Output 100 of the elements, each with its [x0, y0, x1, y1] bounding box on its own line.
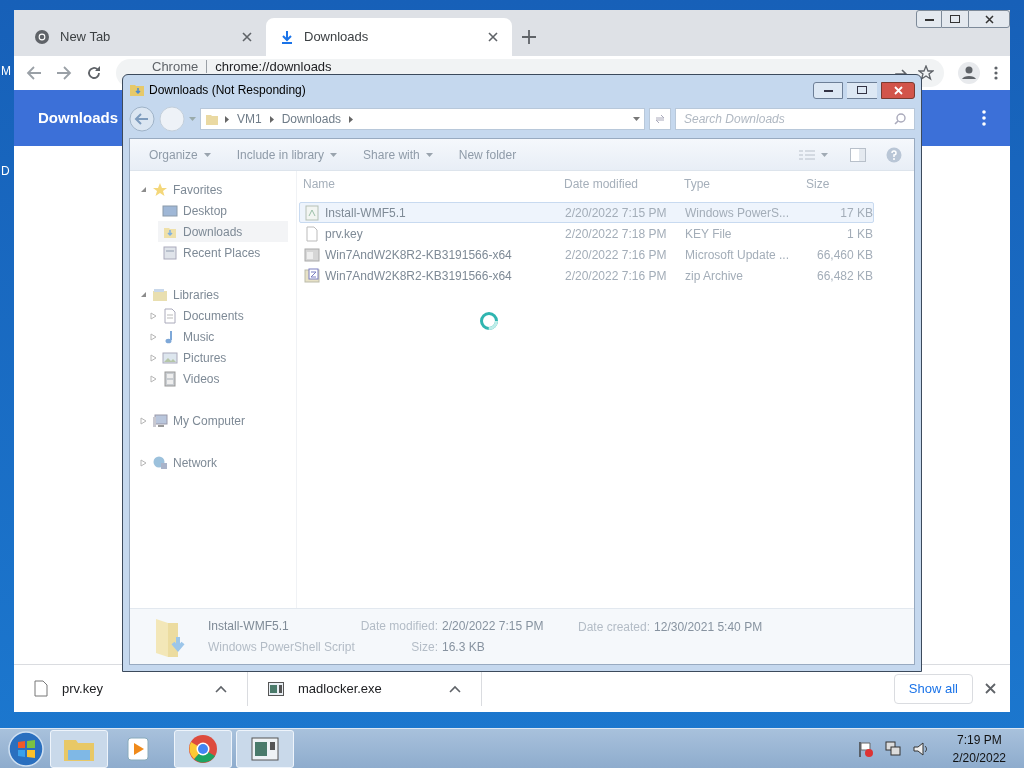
clock-date[interactable]: 2/20/2022: [952, 748, 1006, 767]
detail-value: 2/20/2022 7:15 PM: [442, 618, 544, 635]
file-row[interactable]: Win7AndW2K8R2-KB3191566-x64 2/20/2022 7:16 PM zip Archive 66,482 KB: [299, 265, 874, 286]
nav-label: Downloads: [183, 223, 243, 241]
nav-item[interactable]: Recent Places: [158, 242, 267, 263]
refresh-icon: [654, 113, 666, 125]
speaker-icon[interactable]: [912, 740, 929, 757]
file-name: Win7AndW2K8R2-KB3191566-x64: [325, 267, 512, 285]
flag-icon[interactable]: [856, 740, 873, 757]
nav-item[interactable]: My Computer: [148, 410, 252, 431]
installer-file-icon: [304, 246, 320, 263]
maximize-button[interactable]: [942, 10, 968, 28]
toolbar-button[interactable]: Include in library: [223, 142, 351, 167]
restore-icon: [857, 86, 867, 94]
expanded-triangle-icon[interactable]: [140, 186, 147, 193]
file-name: Install-WMF5.1: [325, 204, 406, 222]
search-field[interactable]: Search Downloads: [675, 108, 915, 130]
nav-label: Music: [183, 328, 215, 346]
film-strip-icon: [162, 370, 178, 387]
close-icon[interactable]: [242, 32, 252, 42]
column-header[interactable]: Name: [303, 175, 564, 193]
date-modified-cell-text: 2/20/2022 7:16 PM: [565, 267, 668, 285]
reload-icon[interactable]: [86, 65, 102, 81]
restore-icon: [950, 15, 960, 23]
caret-up-icon[interactable]: [449, 684, 461, 693]
new-tab-icon[interactable]: [522, 30, 536, 44]
nav-label: Videos: [183, 370, 220, 388]
nav-item[interactable]: Desktop: [158, 200, 234, 221]
app-window-icon: [268, 681, 284, 696]
nav-label: My Computer: [173, 412, 246, 430]
taskbar-button[interactable]: [174, 729, 232, 768]
close-icon[interactable]: [985, 683, 996, 694]
close-icon[interactable]: [488, 32, 498, 42]
back-icon[interactable]: [26, 65, 42, 81]
chevron-right-icon[interactable]: [349, 115, 354, 123]
nav-label: Documents: [183, 307, 244, 325]
nav-item[interactable]: Favorites: [148, 179, 229, 200]
breadcrumb-item[interactable]: Downloads: [279, 110, 344, 128]
show-all-button[interactable]: Show all: [893, 673, 973, 704]
date-modified-cell-text: 2/20/2022 7:15 PM: [565, 204, 668, 222]
minimize-button[interactable]: [813, 81, 843, 99]
caret-up-icon[interactable]: [215, 684, 227, 693]
profile-icon[interactable]: [958, 62, 980, 84]
busy-spinner-icon: [479, 311, 499, 331]
close-icon: [984, 14, 994, 24]
type-cell-text: KEY File: [685, 225, 733, 243]
clock-time[interactable]: 7:19 PM: [956, 730, 1002, 749]
minimize-icon: [924, 17, 934, 21]
toolbar-button[interactable]: Share with: [350, 142, 446, 167]
chevron-right-icon[interactable]: [269, 115, 274, 123]
folder-icon: [205, 112, 219, 126]
network-icon[interactable]: [884, 740, 901, 757]
expanded-triangle-icon[interactable]: [140, 291, 147, 298]
maximize-button[interactable]: [847, 81, 877, 99]
menu-icon[interactable]: [994, 66, 998, 80]
column-header[interactable]: Size: [804, 175, 874, 193]
nav-label: Desktop: [183, 202, 228, 220]
address-field[interactable]: VM1 Downloads: [200, 108, 645, 130]
minimize-button[interactable]: [916, 10, 942, 28]
file-name: Win7AndW2K8R2-KB3191566-x64: [325, 246, 512, 264]
toolbar-button[interactable]: New folder: [445, 142, 530, 167]
nav-item[interactable]: Music: [158, 326, 221, 347]
search-icon: [894, 113, 906, 125]
recent-places-icon: [162, 244, 178, 261]
file-row[interactable]: Win7AndW2K8R2-KB3191566-x64 2/20/2022 7:16 PM Microsoft Update ... 66,460 KB: [299, 244, 874, 265]
detail-value: 12/30/2021 5:40 PM: [654, 619, 763, 636]
desktop-icon: [162, 202, 178, 219]
dropdown-icon[interactable]: [633, 117, 640, 121]
nav-label: Recent Places: [183, 244, 261, 262]
more-icon[interactable]: [982, 110, 986, 126]
file-row[interactable]: prv.key 2/20/2022 7:18 PM KEY File 1 KB: [299, 223, 874, 244]
desktop-icon-label[interactable]: M: [1, 62, 11, 80]
file-row[interactable]: Install-WMF5.1 2/20/2022 7:15 PM Windows PowerS... 17 KB: [299, 202, 874, 223]
detail-label: Date created:: [578, 619, 651, 636]
taskbar-button[interactable]: [236, 729, 294, 768]
column-header[interactable]: Type: [684, 175, 804, 193]
detail-file-type: Windows PowerShell Script: [208, 639, 356, 656]
nav-item[interactable]: Libraries: [148, 284, 226, 305]
column-header[interactable]: Date modified: [564, 175, 684, 193]
breadcrumb-item[interactable]: VM1: [235, 110, 264, 128]
browser-tab[interactable]: Downloads: [266, 18, 512, 56]
close-button[interactable]: [881, 81, 915, 99]
nav-item[interactable]: Downloads: [158, 221, 288, 242]
nav-item[interactable]: Videos: [158, 368, 226, 389]
nav-item[interactable]: Pictures: [158, 347, 233, 368]
script-file-icon: [304, 204, 320, 221]
start-button[interactable]: [6, 729, 46, 768]
forward-icon[interactable]: [56, 65, 72, 81]
desktop-icon-label[interactable]: D: [1, 162, 10, 180]
star-icon[interactable]: [918, 65, 934, 81]
chevron-right-icon[interactable]: [225, 115, 229, 123]
tab-title: New Tab: [60, 28, 112, 47]
toolbar-button[interactable]: Organize: [136, 142, 224, 167]
detail-label: Size:: [410, 639, 438, 656]
library-icon: [152, 286, 168, 303]
url-text: chrome://downloads: [215, 60, 332, 73]
nav-item[interactable]: Documents: [158, 305, 250, 326]
close-button[interactable]: [968, 10, 1010, 28]
picture-frame-icon: [162, 349, 178, 366]
nav-item[interactable]: Network: [148, 452, 223, 473]
